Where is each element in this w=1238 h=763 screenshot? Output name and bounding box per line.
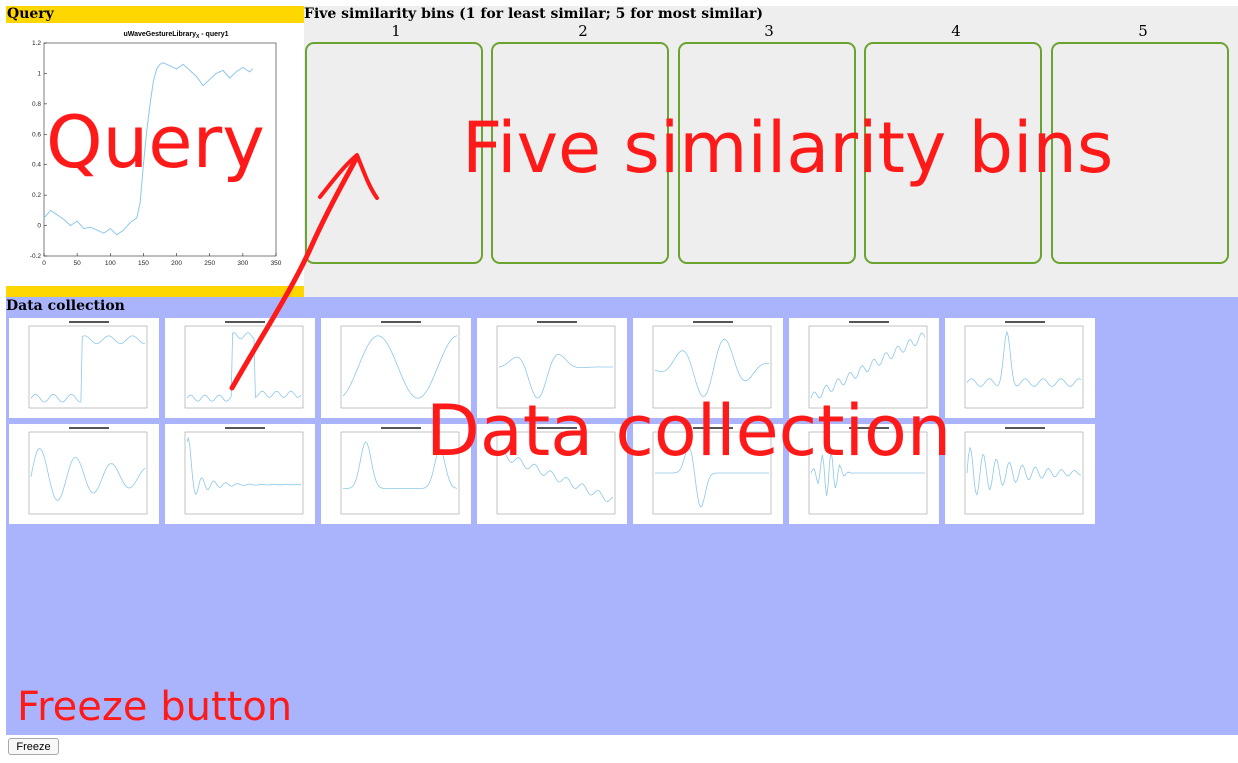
- bin-label-3: 3: [764, 22, 774, 40]
- thumbnail-series-line: [342, 335, 458, 399]
- data-collection-title: Data collection: [6, 298, 125, 314]
- y-tick-label: 0.8: [32, 101, 41, 108]
- thumbnail-plot: [184, 321, 304, 409]
- thumbnail-series-line: [654, 338, 770, 397]
- thumbnail-series-line: [186, 332, 302, 402]
- thumbnail-frame: [184, 431, 304, 515]
- y-tick-label: 1: [37, 70, 41, 77]
- query-footer: [6, 286, 304, 297]
- thumbnail-title-mark: [849, 321, 889, 323]
- thumbnail-series-line: [186, 437, 301, 495]
- data-thumbnail[interactable]: [165, 424, 315, 524]
- x-tick-label: 200: [171, 260, 182, 267]
- x-tick-label: 300: [237, 260, 248, 267]
- thumbnail-title-mark: [537, 321, 577, 323]
- thumbnail-plot: [184, 427, 304, 515]
- thumbnail-frame: [964, 325, 1084, 409]
- annotation-query: Query: [46, 100, 265, 184]
- thumbnail-title-mark: [225, 427, 265, 429]
- thumbnail-title-mark: [69, 427, 109, 429]
- bin-label-5: 5: [1138, 22, 1148, 40]
- x-tick-label: 150: [138, 260, 149, 267]
- thumbnail-title-mark: [381, 427, 421, 429]
- bin-label-2: 2: [578, 22, 588, 40]
- bin-label-4: 4: [951, 22, 961, 40]
- thumbnail-plot: [28, 321, 148, 409]
- thumbnail-title-mark: [1005, 427, 1045, 429]
- thumbnail-title-mark: [1005, 321, 1045, 323]
- thumbnail-frame: [184, 325, 304, 409]
- thumbnail-plot: [964, 427, 1084, 515]
- thumbnail-title-mark: [69, 321, 109, 323]
- thumbnail-frame: [28, 431, 148, 515]
- bin-label-1: 1: [391, 22, 401, 40]
- thumbnail-title-mark: [381, 321, 421, 323]
- thumbnail-plot: [964, 321, 1084, 409]
- thumbnail-series-line: [966, 330, 1082, 387]
- thumbnail-series-line: [30, 448, 146, 501]
- thumbnail-title-mark: [225, 321, 265, 323]
- data-thumbnail[interactable]: [9, 318, 159, 418]
- thumbnail-series-line: [810, 332, 926, 399]
- y-tick-label: -0.2: [30, 253, 42, 260]
- thumbnail-plot: [28, 427, 148, 515]
- data-thumbnail[interactable]: [9, 424, 159, 524]
- annotation-freeze-button: Freeze button: [17, 684, 293, 730]
- query-header: Query: [6, 6, 305, 23]
- y-tick-label: 0.6: [32, 131, 41, 138]
- x-tick-label: 0: [42, 260, 46, 267]
- bins-title: Five similarity bins (1 for least simila…: [304, 6, 763, 22]
- x-tick-label: 100: [105, 260, 116, 267]
- query-chart-title: uWaveGestureLibraryX - query1: [123, 31, 228, 40]
- data-thumbnail[interactable]: [165, 318, 315, 418]
- annotation-bins: Five similarity bins: [462, 107, 1114, 189]
- data-thumbnail[interactable]: [945, 318, 1095, 418]
- data-thumbnail[interactable]: [945, 424, 1095, 524]
- thumbnail-frame: [964, 431, 1084, 515]
- thumbnail-title-mark: [693, 321, 733, 323]
- freeze-button[interactable]: Freeze: [8, 738, 59, 755]
- thumbnail-series-line: [966, 446, 1082, 497]
- y-tick-label: 0.4: [32, 162, 41, 169]
- x-tick-label: 250: [204, 260, 215, 267]
- similarity-bin-1[interactable]: [305, 42, 483, 264]
- thumbnail-frame: [28, 325, 148, 409]
- y-tick-label: 1.2: [32, 40, 41, 47]
- y-tick-label: 0: [37, 223, 41, 230]
- x-tick-label: 50: [74, 260, 82, 267]
- annotation-data-collection: Data collection: [426, 390, 952, 472]
- x-tick-label: 350: [271, 260, 282, 267]
- y-tick-label: 0.2: [32, 192, 41, 199]
- thumbnail-series-line: [30, 335, 146, 403]
